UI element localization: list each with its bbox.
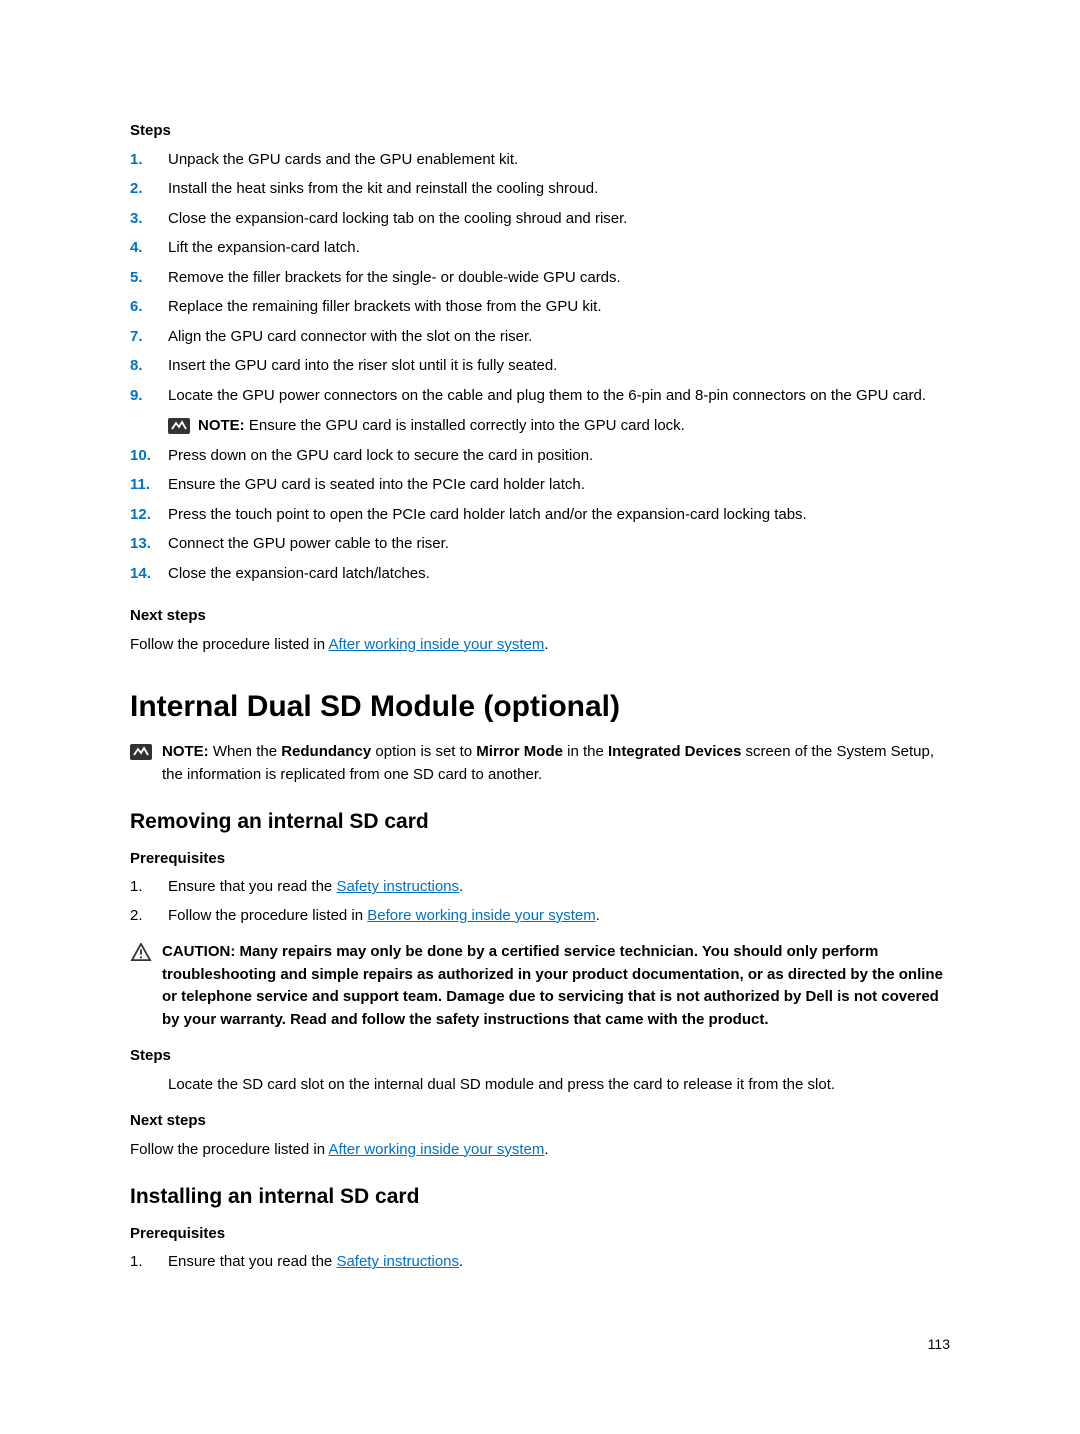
step-item: Remove the filler brackets for the singl… [130,267,950,290]
prereq-item: 2. Follow the procedure listed in Before… [130,905,950,928]
text: . [459,878,463,895]
prerequisites-heading-2: Prerequisites [130,1223,950,1246]
step-single: Locate the SD card slot on the internal … [130,1074,950,1097]
section-heading-idsdm: Internal Dual SD Module (optional) [130,684,950,729]
step-text: Close the expansion-card latch/latches. [168,565,430,582]
text: Ensure that you read the [168,1253,336,1270]
text: option is set to [371,743,476,760]
text-bold: Mirror Mode [476,743,563,760]
steps-heading-2: Steps [130,1045,950,1068]
note-icon [130,743,152,761]
step-text: Replace the remaining filler brackets wi… [168,298,602,315]
step-text: Press the touch point to open the PCIe c… [168,506,807,523]
caution-block: CAUTION: Many repairs may only be done b… [130,941,950,1031]
step-text: Ensure the GPU card is seated into the P… [168,476,585,493]
text: . [596,907,600,924]
step-item: Ensure the GPU card is seated into the P… [130,474,950,497]
prereq-num: 2. [130,905,143,928]
prereq-num: 1. [130,876,143,899]
step-text: Insert the GPU card into the riser slot … [168,357,557,374]
step-text: Unpack the GPU cards and the GPU enablem… [168,151,518,168]
note-content: NOTE: When the Redundancy option is set … [162,741,950,786]
step-note: NOTE: Ensure the GPU card is installed c… [168,415,950,438]
step-item: Press the touch point to open the PCIe c… [130,504,950,527]
step-item: Replace the remaining filler brackets wi… [130,296,950,319]
prerequisites-heading: Prerequisites [130,848,950,871]
step-item: Insert the GPU card into the riser slot … [130,355,950,378]
step-text: Press down on the GPU card lock to secur… [168,447,593,464]
step-item: Locate the GPU power connectors on the c… [130,385,950,438]
text: . [459,1253,463,1270]
steps-list: Unpack the GPU cards and the GPU enablem… [130,149,950,586]
next-steps-heading: Next steps [130,605,950,628]
step-text: Remove the filler brackets for the singl… [168,269,621,286]
step-item: Install the heat sinks from the kit and … [130,178,950,201]
text: Follow the procedure listed in [130,636,328,653]
text: . [544,1141,548,1158]
step-text: Install the heat sinks from the kit and … [168,180,598,197]
text: When the [213,743,281,760]
before-working-link[interactable]: Before working inside your system [367,907,595,924]
step-text: Locate the GPU power connectors on the c… [168,387,926,404]
after-working-link[interactable]: After working inside your system [328,636,544,653]
text-bold: Integrated Devices [608,743,741,760]
caution-text: CAUTION: Many repairs may only be done b… [162,941,950,1031]
idsdm-note: NOTE: When the Redundancy option is set … [130,741,950,786]
after-working-link-2[interactable]: After working inside your system [328,1141,544,1158]
step-text: Align the GPU card connector with the sl… [168,328,532,345]
step-text: Lift the expansion-card latch. [168,239,360,256]
note-icon [168,417,190,435]
prereq-num: 1. [130,1251,143,1274]
safety-instructions-link[interactable]: Safety instructions [336,878,459,895]
note-content: NOTE: Ensure the GPU card is installed c… [198,415,685,438]
step-text: Connect the GPU power cable to the riser… [168,535,449,552]
step-item: Close the expansion-card locking tab on … [130,208,950,231]
text: Follow the procedure listed in [168,907,367,924]
page-number: 113 [130,1334,950,1355]
text: Follow the procedure listed in [130,1141,328,1158]
step-item: Unpack the GPU cards and the GPU enablem… [130,149,950,172]
removing-sd-heading: Removing an internal SD card [130,806,950,838]
text-bold: Redundancy [281,743,371,760]
prereq-list: 1. Ensure that you read the Safety instr… [130,876,950,927]
step-item: Close the expansion-card latch/latches. [130,563,950,586]
note-label: NOTE: [162,743,213,760]
caution-icon [130,943,152,961]
safety-instructions-link-2[interactable]: Safety instructions [336,1253,459,1270]
step-item: Press down on the GPU card lock to secur… [130,445,950,468]
next-steps-para: Follow the procedure listed in After wor… [130,634,950,657]
step-item: Lift the expansion-card latch. [130,237,950,260]
text: Ensure that you read the [168,878,336,895]
steps-heading: Steps [130,120,950,143]
prereq-item: 1. Ensure that you read the Safety instr… [130,1251,950,1274]
step-text: Close the expansion-card locking tab on … [168,210,627,227]
prereq-list-2: 1. Ensure that you read the Safety instr… [130,1251,950,1274]
next-steps-heading-2: Next steps [130,1110,950,1133]
step-item: Connect the GPU power cable to the riser… [130,533,950,556]
installing-sd-heading: Installing an internal SD card [130,1181,950,1213]
note-label: NOTE: [198,417,249,434]
next-steps-para-2: Follow the procedure listed in After wor… [130,1139,950,1162]
prereq-item: 1. Ensure that you read the Safety instr… [130,876,950,899]
text: . [544,636,548,653]
note-text: Ensure the GPU card is installed correct… [249,417,685,434]
step-item: Align the GPU card connector with the sl… [130,326,950,349]
text: in the [563,743,608,760]
